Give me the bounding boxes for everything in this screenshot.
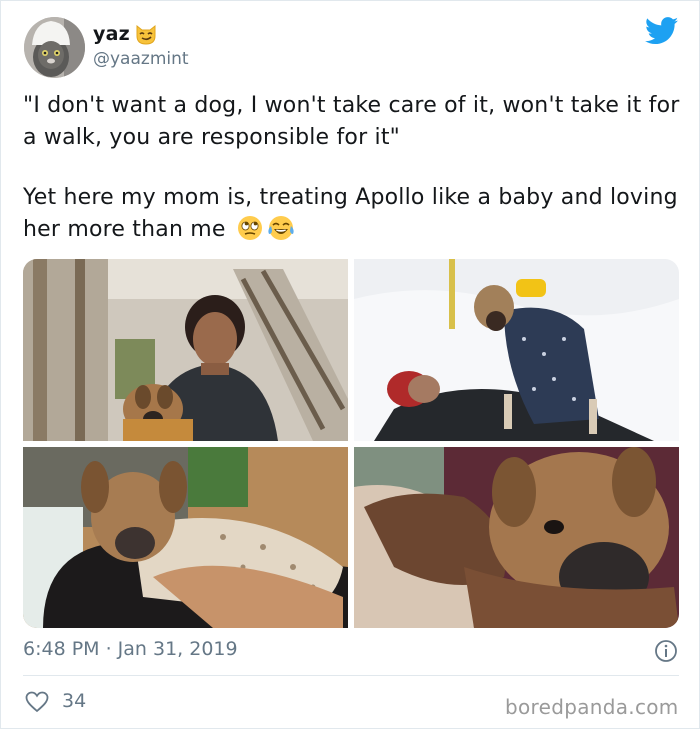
tweet-timestamp[interactable]: 6:48 PM · Jan 31, 2019 xyxy=(23,638,238,660)
crying-laughing-icon xyxy=(267,215,295,251)
photo-3-image xyxy=(23,447,348,628)
twitter-bird-icon[interactable] xyxy=(644,17,679,49)
rolling-eyes-icon xyxy=(237,215,263,251)
photo-puppy-in-snow[interactable] xyxy=(354,259,679,441)
display-name[interactable]: yaz xyxy=(93,23,130,45)
photo-woman-with-puppy[interactable] xyxy=(23,259,348,441)
photo-2-image xyxy=(354,259,679,441)
tweet-card: yaz @yaazmint "I don't want a dog, I won… xyxy=(0,0,700,729)
photo-puppy-lying[interactable] xyxy=(23,447,348,628)
user-handle[interactable]: @yaazmint xyxy=(93,49,189,69)
photo-4-image xyxy=(354,447,679,628)
like-count: 34 xyxy=(62,690,87,712)
avatar-image xyxy=(24,17,85,78)
avatar[interactable] xyxy=(24,17,85,78)
photo-1-image xyxy=(23,259,348,441)
photo-puppy-in-arms[interactable] xyxy=(354,447,679,628)
divider xyxy=(23,675,679,676)
tweet-body-paragraph: Yet here my mom is, treating Apollo like… xyxy=(23,182,683,251)
heart-icon[interactable] xyxy=(25,691,49,717)
watermark: boredpanda.com xyxy=(505,695,679,719)
tweet-quote-text: "I don't want a dog, I won't take care o… xyxy=(23,93,680,150)
smirking-cat-icon xyxy=(134,22,158,50)
tweet-body-text: Yet here my mom is, treating Apollo like… xyxy=(23,185,678,242)
info-icon[interactable] xyxy=(654,639,678,667)
